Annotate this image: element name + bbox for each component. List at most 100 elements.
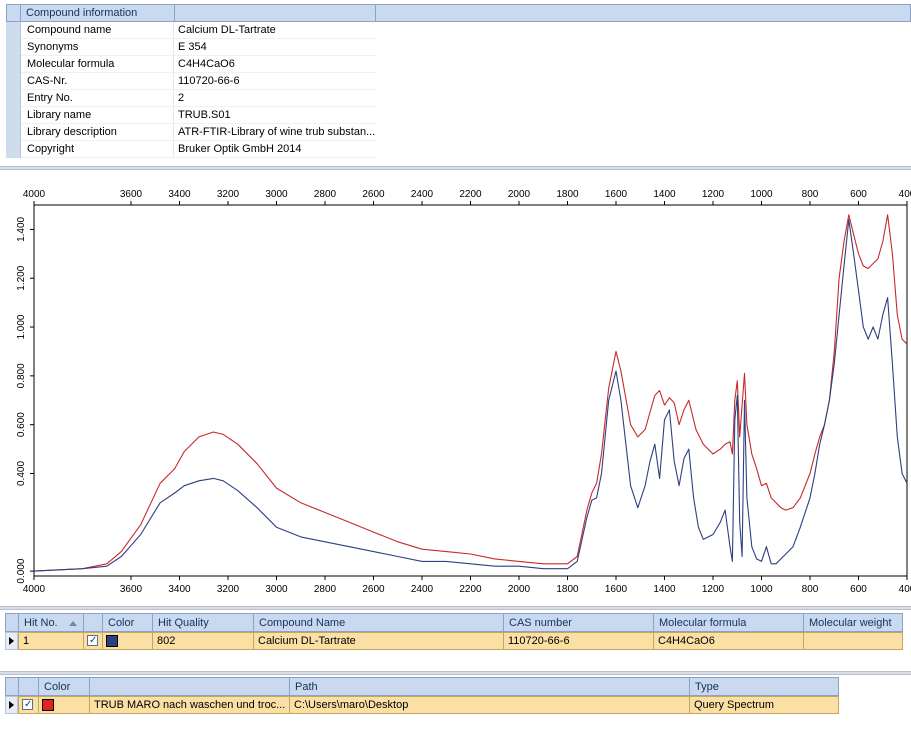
info-row-selector[interactable]	[6, 124, 21, 141]
info-value[interactable]: E 354	[174, 39, 376, 56]
hit-list-table: Hit No. Color Hit Quality Compound Name …	[0, 613, 911, 673]
info-row[interactable]: Synonyms E 354	[6, 39, 376, 56]
info-row-selector[interactable]	[6, 56, 21, 73]
panel-splitter[interactable]	[0, 166, 911, 170]
y-tick-label: 0.000	[16, 558, 27, 583]
x-tick-label-bottom: 600	[850, 584, 867, 595]
info-row-selector[interactable]	[6, 90, 21, 107]
info-row[interactable]: CAS-Nr. 110720-66-6	[6, 73, 376, 90]
cell-compound-name[interactable]: Calcium DL-Tartrate	[253, 632, 504, 650]
query-cell-path[interactable]: C:\Users\maro\Desktop	[289, 696, 690, 714]
x-tick-label-bottom: 2400	[411, 584, 434, 595]
info-row-selector[interactable]	[6, 73, 21, 90]
x-tick-label-bottom: 2800	[314, 584, 337, 595]
query-cell-type[interactable]: Query Spectrum	[689, 696, 839, 714]
column-header-molecular-weight[interactable]: Molecular weight	[803, 613, 903, 632]
x-tick-label-top: 1200	[702, 189, 725, 200]
query-header-type[interactable]: Type	[689, 677, 839, 696]
query-visible-checkbox[interactable]	[22, 697, 33, 713]
info-value[interactable]: Bruker Optik GmbH 2014	[174, 141, 376, 158]
x-tick-label-top: 1600	[605, 189, 628, 200]
x-tick-label-top: 2200	[459, 189, 482, 200]
info-header-value	[174, 4, 376, 22]
row-selector[interactable]	[5, 632, 18, 650]
query-header-color[interactable]: Color	[38, 677, 90, 696]
info-row-selector[interactable]	[6, 39, 21, 56]
chart-splitter[interactable]	[0, 606, 911, 610]
column-header-hit-quality[interactable]: Hit Quality	[152, 613, 254, 632]
info-value[interactable]: ATR-FTIR-Library of wine trub substan...	[174, 124, 376, 141]
query-header-corner	[5, 677, 19, 696]
x-tick-label-top: 4000	[23, 189, 46, 200]
visible-checkbox[interactable]	[87, 633, 98, 649]
info-row[interactable]: Compound name Calcium DL-Tartrate	[6, 22, 376, 39]
query-cell-name[interactable]: TRUB MARO nach waschen und troc...	[89, 696, 290, 714]
hit-no-header-label: Hit No.	[24, 617, 58, 629]
y-tick-label: 1.000	[16, 314, 27, 339]
cell-molecular-formula[interactable]: C4H4CaO6	[653, 632, 804, 650]
cell-molecular-weight[interactable]	[803, 632, 903, 650]
x-tick-label-top: 2400	[411, 189, 434, 200]
x-tick-label-bottom: 3000	[265, 584, 288, 595]
info-row[interactable]: Copyright Bruker Optik GmbH 2014	[6, 141, 376, 158]
x-tick-label-top: 600	[850, 189, 867, 200]
info-value[interactable]: 110720-66-6	[174, 73, 376, 90]
x-tick-label-bottom: 2200	[459, 584, 482, 595]
x-tick-label-top: 2800	[314, 189, 337, 200]
info-header-label: Compound information	[20, 4, 175, 22]
info-value[interactable]: 2	[174, 90, 376, 107]
column-header-cas-number[interactable]: CAS number	[503, 613, 654, 632]
x-tick-label-bottom: 3400	[168, 584, 191, 595]
query-spectra-table: Color Path Type TRUB MARO nach waschen u…	[0, 677, 911, 737]
cell-hit-no[interactable]: 1	[18, 632, 84, 650]
table-splitter[interactable]	[0, 671, 911, 675]
query-cell-check[interactable]	[18, 696, 39, 714]
x-tick-label-bottom: 1200	[702, 584, 725, 595]
cell-cas-number[interactable]: 110720-66-6	[503, 632, 654, 650]
column-header-check	[83, 613, 103, 632]
info-row-selector[interactable]	[6, 141, 21, 158]
cell-color[interactable]	[102, 632, 153, 650]
info-label: Molecular formula	[21, 56, 174, 73]
column-header-color[interactable]: Color	[102, 613, 153, 632]
info-row-selector[interactable]	[6, 107, 21, 124]
info-value[interactable]: C4H4CaO6	[174, 56, 376, 73]
y-tick-label: 0.800	[16, 363, 27, 388]
color-swatch[interactable]	[106, 635, 118, 647]
info-row[interactable]: Library name TRUB.S01	[6, 107, 376, 124]
spectrum-chart: 4000 4000 3600 3600 3400 3400 3200 3200 3000 3000…	[0, 172, 911, 608]
cell-visible-check[interactable]	[83, 632, 103, 650]
current-row-arrow-icon	[9, 637, 14, 645]
x-tick-label-top: 3000	[265, 189, 288, 200]
info-row-selector[interactable]	[6, 22, 21, 39]
info-row[interactable]: Molecular formula C4H4CaO6	[6, 56, 376, 73]
y-tick-label: 0.400	[16, 461, 27, 486]
query-cell-color[interactable]	[38, 696, 90, 714]
query-row-selector[interactable]	[5, 696, 18, 714]
info-value[interactable]: Calcium DL-Tartrate	[174, 22, 376, 39]
query-color-swatch[interactable]	[42, 699, 54, 711]
x-tick-label-top: 1400	[653, 189, 676, 200]
info-row[interactable]: Entry No. 2	[6, 90, 376, 107]
info-value[interactable]: TRUB.S01	[174, 107, 376, 124]
query-header-path[interactable]: Path	[289, 677, 690, 696]
column-header-compound-name[interactable]: Compound Name	[253, 613, 504, 632]
info-row[interactable]: Library description ATR-FTIR-Library of w…	[6, 124, 376, 141]
x-tick-label-top: 1000	[750, 189, 773, 200]
x-tick-label-bottom: 4000	[23, 584, 46, 595]
query-header-check	[18, 677, 39, 696]
x-tick-label-bottom: 1000	[750, 584, 773, 595]
x-tick-label-top: 800	[802, 189, 819, 200]
x-tick-label-top: 1800	[556, 189, 579, 200]
x-tick-label-top: 3400	[168, 189, 191, 200]
cell-hit-quality[interactable]: 802	[152, 632, 254, 650]
hit-header-corner	[5, 613, 19, 632]
info-label: Library description	[21, 124, 174, 141]
info-label: Synonyms	[21, 39, 174, 56]
y-tick-label: 0.600	[16, 412, 27, 437]
x-tick-label-bottom: 1800	[556, 584, 579, 595]
column-header-hit-no[interactable]: Hit No.	[18, 613, 84, 632]
compound-info-panel: Compound information Compound name Calciu…	[6, 4, 911, 164]
column-header-molecular-formula[interactable]: Molecular formula	[653, 613, 804, 632]
query-header-name[interactable]	[89, 677, 290, 696]
